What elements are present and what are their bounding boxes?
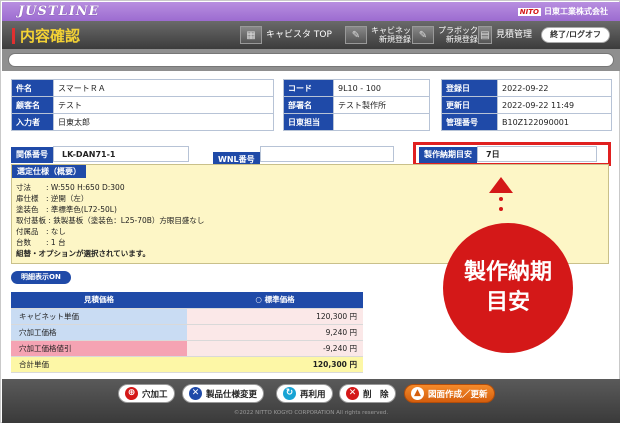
justline-logo[interactable]: JUSTLINE [18, 4, 100, 19]
table-row: キャビネット単価 120,300 円 [11, 308, 363, 325]
code-value: 9L10 - 100 [333, 79, 430, 97]
subject-value: スマートＲＡ [53, 79, 274, 97]
pencil-icon: ✎ [345, 26, 367, 44]
callout-arrow-icon [489, 177, 513, 193]
updated-date-value: 2022-09-22 11:49 [497, 96, 612, 114]
cabinet-icon: ▦ [240, 26, 262, 44]
nav-bar: 内容確認 ▦ キャビスタ TOP ✎ キャビネット 新規登録 ✎ プラボックス … [2, 21, 620, 49]
hole-icon: ⊕ [125, 387, 138, 400]
management-number-value: B10Z122090001 [497, 113, 612, 131]
logout-button[interactable]: 終了/ログオフ [541, 27, 610, 43]
callout-dot [499, 197, 503, 201]
spec-line: 塗装色 : 準標準色(L72-50L) [16, 205, 117, 214]
info-table-mid: コード 9L10 - 100 部署名 テスト製作所 日東担当 [283, 79, 430, 131]
table-row: 穴加工価格値引 -9,240 円 [11, 340, 363, 357]
spec-line: 寸法 : W:550 H:650 D:300 [16, 183, 125, 192]
bottom-toolbar: ⊕ 穴加工 ✕ 製品仕様変更 ↻ 再利用 ✕ 削 除 ▲ 図面作成／更新 ©2022 NI… [2, 379, 620, 423]
spec-line: 扉仕様 : 逆開（左） [16, 194, 89, 203]
copyright-text: ©2022 NITTO KOGYO CORPORATION All rights… [233, 410, 389, 416]
info-table-left: 件名 スマートＲＡ 顧客名 テスト 入力者 日東太郎 [11, 79, 274, 131]
pencil-icon: ✎ [412, 26, 434, 44]
page-title: 内容確認 [12, 25, 80, 46]
info-table-right: 登録日 2022-09-22 更新日 2022-09-22 11:49 管理番号 B1… [441, 79, 612, 131]
spec-heading: 選定仕様（概要） [12, 165, 86, 178]
price-table: 見積価格 ○ 標準価格 キャビネット単価 120,300 円 穴加工価格 9,240… [11, 292, 363, 373]
drawing-create-button[interactable]: ▲ 図面作成／更新 [404, 384, 495, 403]
lead-time-highlight [413, 142, 611, 166]
spec-change-button[interactable]: ✕ 製品仕様変更 [182, 384, 265, 403]
refresh-icon: ↻ [283, 387, 296, 400]
nito-logo: NITO [517, 8, 541, 16]
hole-processing-button[interactable]: ⊕ 穴加工 [118, 384, 175, 403]
flame-icon: ▲ [411, 387, 424, 400]
lead-time-callout: 製作納期 目安 [443, 223, 573, 353]
price-col-header: 見積価格 [11, 292, 187, 309]
reuse-button[interactable]: ↻ 再利用 [276, 384, 333, 403]
wnl-number-field: WNL番号 [213, 146, 394, 168]
company-name: NITO 日東工業株式会社 [517, 7, 608, 16]
search-bar [2, 49, 620, 71]
detail-display-toggle[interactable]: 明細表示ON [11, 271, 71, 284]
table-row: 合計単価 120,300 円 [11, 356, 363, 373]
nav-plabox-new[interactable]: ✎ プラボックス 新規登録 [412, 24, 486, 46]
nav-estimate-management[interactable]: ▤ 見積管理 [478, 24, 532, 46]
close-icon: ✕ [346, 387, 359, 400]
table-row: 穴加工価格 9,240 円 [11, 324, 363, 341]
registered-date-value: 2022-09-22 [497, 79, 612, 97]
search-input[interactable] [8, 53, 614, 67]
estimate-icon: ▤ [478, 26, 492, 44]
top-bar: JUSTLINE NITO 日東工業株式会社 [2, 2, 620, 21]
delete-button[interactable]: ✕ 削 除 [339, 384, 396, 403]
callout-dot [499, 207, 503, 211]
app-window: JUSTLINE NITO 日東工業株式会社 内容確認 ▦ キャビスタ TOP ✎… [0, 0, 620, 423]
inputter-value: 日東太郎 [53, 113, 274, 131]
department-value: テスト製作所 [333, 96, 430, 114]
nav-cabinet-new[interactable]: ✎ キャビネット 新規登録 [345, 24, 419, 46]
standard-price-radio[interactable]: ○ 標準価格 [187, 292, 363, 309]
relation-number-field: 関係番号 LK-DAN71-1 [11, 146, 189, 163]
customer-value: テスト [53, 96, 274, 114]
nav-cabista-top[interactable]: ▦ キャビスタ TOP [240, 24, 332, 46]
nitto-staff-value [333, 113, 430, 131]
wrench-icon: ✕ [189, 387, 202, 400]
